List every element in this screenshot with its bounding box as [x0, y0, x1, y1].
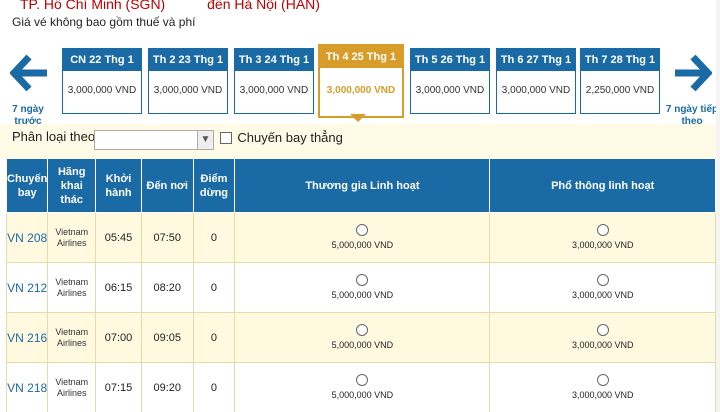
- business-fare-cell[interactable]: 5,000,000 VND: [234, 312, 491, 363]
- direct-flight-checkbox[interactable]: [220, 132, 232, 144]
- col-stops: Điểm dừng: [192, 158, 236, 213]
- arrive-time: 08:20: [140, 262, 194, 313]
- business-fare-radio[interactable]: [356, 274, 369, 286]
- chevron-down-icon[interactable]: ▼: [197, 131, 213, 149]
- price-note: Giá vé không bao gồm thuế và phí: [12, 15, 196, 29]
- day-tab-selected[interactable]: Th 4 25 Thg 1 3,000,000 VND: [318, 44, 404, 118]
- day-tab-4[interactable]: Th 5 26 Thg 1 3,000,000 VND: [410, 48, 490, 114]
- day-price: 2,250,000 VND: [585, 85, 655, 96]
- business-fare-cell[interactable]: 5,000,000 VND: [234, 212, 491, 263]
- arrive-time: 07:50: [140, 212, 194, 263]
- col-flight: Chuyến bay: [5, 158, 49, 213]
- airline-name: Vietnam Airlines: [55, 276, 89, 298]
- day-price: 3,000,000 VND: [239, 85, 309, 96]
- business-fare-price: 5,000,000 VND: [331, 390, 394, 400]
- depart-time: 07:15: [95, 362, 142, 412]
- economy-fare-price: 3,000,000 VND: [571, 240, 634, 250]
- economy-fare-price: 3,000,000 VND: [571, 390, 634, 400]
- day-price: 3,000,000 VND: [326, 85, 396, 96]
- day-label: Th 3 24 Thg 1: [235, 49, 313, 71]
- table-row: VN 212 Vietnam Airlines 06:15 08:20 0 5,…: [5, 262, 716, 313]
- previous-week-arrow-icon[interactable]: [9, 54, 50, 92]
- next-week-arrow-icon[interactable]: [672, 54, 713, 92]
- direct-flight-filter[interactable]: Chuyến bay thẳng: [220, 130, 343, 145]
- table-row: VN 208 Vietnam Airlines 05:45 07:50 0 5,…: [5, 212, 716, 263]
- day-label: CN 22 Thg 1: [63, 49, 141, 71]
- day-label: Th 7 28 Thg 1: [581, 49, 659, 71]
- business-fare-radio[interactable]: [356, 224, 369, 236]
- stops-count: 0: [192, 262, 236, 313]
- depart-time: 05:45: [95, 212, 142, 263]
- day-tab-1[interactable]: Th 2 23 Thg 1 3,000,000 VND: [148, 48, 228, 114]
- day-price: 3,000,000 VND: [415, 85, 485, 96]
- vertical-scrollbar[interactable]: [716, 0, 720, 412]
- day-tab-6[interactable]: Th 7 28 Thg 1 2,250,000 VND: [580, 48, 660, 114]
- col-depart: Khởi hành: [95, 158, 142, 213]
- sort-dropdown[interactable]: ▼: [94, 130, 214, 150]
- economy-fare-price: 3,000,000 VND: [571, 340, 634, 350]
- economy-fare-radio[interactable]: [596, 224, 609, 236]
- route-origin: TP. Hồ Chí Minh (SGN): [20, 0, 166, 12]
- route-destination: đến Hà Nội (HAN): [207, 0, 320, 12]
- day-label: Th 4 25 Thg 1: [320, 46, 402, 68]
- economy-fare-cell[interactable]: 3,000,000 VND: [489, 362, 716, 412]
- col-business-fare: Thương gia Linh hoạt: [234, 158, 491, 213]
- col-economy-fare: Phổ thông linh hoạt: [489, 158, 716, 213]
- economy-fare-radio[interactable]: [596, 374, 609, 386]
- filter-bar: Phân loại theo ▼ Chuyến bay thẳng: [0, 124, 716, 158]
- col-arrive: Đến nơi: [140, 158, 194, 213]
- selected-day-pointer: [350, 114, 366, 122]
- business-fare-radio[interactable]: [356, 374, 369, 386]
- table-row: VN 216 Vietnam Airlines 07:00 09:05 0 5,…: [5, 312, 716, 363]
- depart-time: 06:15: [95, 262, 142, 313]
- business-fare-radio[interactable]: [356, 324, 369, 336]
- day-tab-5[interactable]: Th 6 27 Thg 1 3,000,000 VND: [496, 48, 576, 114]
- arrive-time: 09:20: [140, 362, 194, 412]
- day-price: 3,000,000 VND: [501, 85, 571, 96]
- stops-count: 0: [192, 312, 236, 363]
- flight-number: VN 218: [7, 380, 48, 395]
- day-label: Th 2 23 Thg 1: [149, 49, 227, 71]
- business-fare-price: 5,000,000 VND: [331, 340, 394, 350]
- arrive-time: 09:05: [140, 312, 194, 363]
- stops-count: 0: [192, 362, 236, 412]
- sort-label: Phân loại theo: [12, 129, 96, 144]
- airline-name: Vietnam Airlines: [55, 376, 89, 398]
- day-tab-2[interactable]: Th 3 24 Thg 1 3,000,000 VND: [234, 48, 314, 114]
- business-fare-price: 5,000,000 VND: [331, 240, 394, 250]
- business-fare-price: 5,000,000 VND: [331, 290, 394, 300]
- day-price: 3,000,000 VND: [153, 85, 223, 96]
- airline-name: Vietnam Airlines: [55, 226, 89, 248]
- business-fare-cell[interactable]: 5,000,000 VND: [234, 362, 491, 412]
- economy-fare-radio[interactable]: [596, 274, 609, 286]
- economy-fare-price: 3,000,000 VND: [571, 290, 634, 300]
- flight-table: Chuyến bay Hãng khai thác Khởi hành Đến …: [5, 158, 716, 412]
- col-airline: Hãng khai thác: [47, 158, 97, 213]
- direct-flight-label: Chuyến bay thẳng: [237, 130, 343, 145]
- airline-name: Vietnam Airlines: [55, 326, 89, 348]
- date-selector: CN 22 Thg 1 3,000,000 VND Th 2 23 Thg 1 …: [62, 44, 662, 118]
- depart-time: 07:00: [95, 312, 142, 363]
- table-header: Chuyến bay Hãng khai thác Khởi hành Đến …: [5, 158, 716, 213]
- flight-number: VN 208: [7, 230, 48, 245]
- day-label: Th 6 27 Thg 1: [497, 49, 575, 71]
- day-label: Th 5 26 Thg 1: [411, 49, 489, 71]
- economy-fare-cell[interactable]: 3,000,000 VND: [489, 212, 716, 263]
- economy-fare-cell[interactable]: 3,000,000 VND: [489, 312, 716, 363]
- stops-count: 0: [192, 212, 236, 263]
- economy-fare-cell[interactable]: 3,000,000 VND: [489, 262, 716, 313]
- flight-number: VN 216: [7, 330, 48, 345]
- table-row: VN 218 Vietnam Airlines 07:15 09:20 0 5,…: [5, 362, 716, 412]
- day-tab-0[interactable]: CN 22 Thg 1 3,000,000 VND: [62, 48, 142, 114]
- route-title: TP. Hồ Chí Minh (SGN) đến Hà Nội (HAN): [20, 0, 320, 12]
- business-fare-cell[interactable]: 5,000,000 VND: [234, 262, 491, 313]
- day-price: 3,000,000 VND: [67, 85, 137, 96]
- flight-number: VN 212: [7, 280, 48, 295]
- economy-fare-radio[interactable]: [596, 324, 609, 336]
